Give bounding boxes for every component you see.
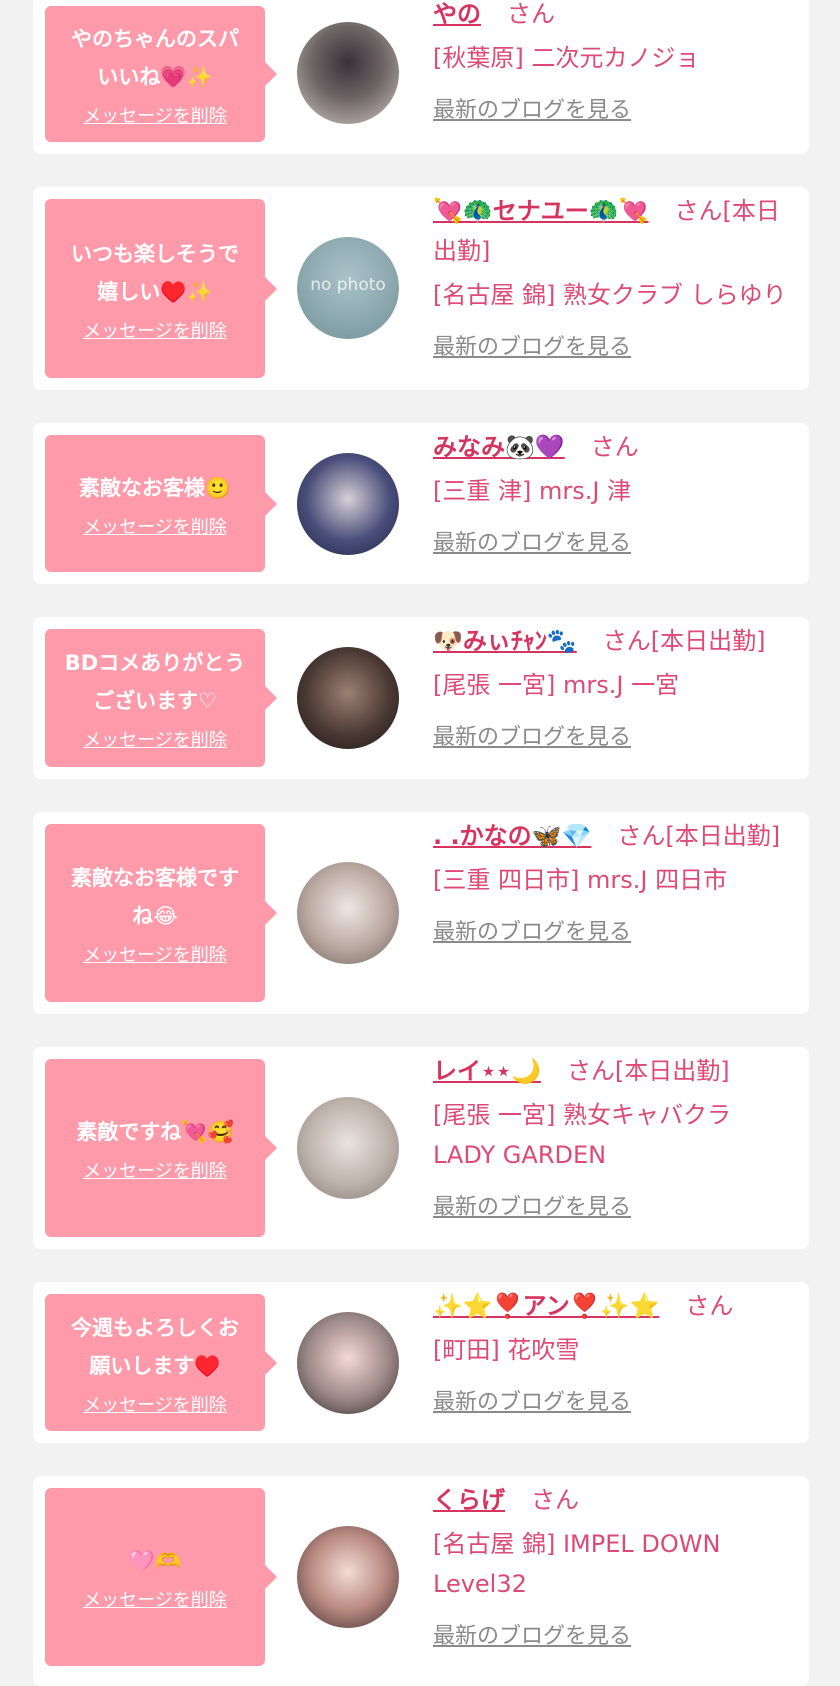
cast-suffix: さん[本日出勤] [566,1057,730,1085]
cast-name-link[interactable]: 💘🦚セナユー🦚💘 [433,197,649,225]
latest-blog-link[interactable]: 最新のブログを見る [433,719,631,751]
message-bubble: 素敵ですね💘🥰 メッセージを削除 [45,1059,277,1237]
shop-name: [尾張 一宮] mrs.J 一宮 [433,671,680,699]
shop-name: [名古屋 錦] IMPEL DOWN Level32 [433,1530,721,1598]
message-bubble: 今週もよろしくお 願いします♥️ メッセージを削除 [45,1294,277,1431]
cast-info: やの さん [秋葉原] 二次元カノジョ 最新のブログを見る [433,0,795,124]
avatar-label: no photo [310,275,386,295]
message-text: 今週もよろしくお 願いします♥️ [71,1315,239,1378]
delete-message-link[interactable]: メッセージを削除 [83,941,227,967]
message-card: 素敵なお客様🙂 メッセージを削除 みなみ🐼💜 さん [三重 津] mrs.J 津 … [33,423,809,584]
message-card: 今週もよろしくお 願いします♥️ メッセージを削除 ✨⭐❣️アン❣️✨⭐ さん [… [33,1282,809,1443]
message-text: 素敵なお客様です ね😂 [71,866,239,928]
avatar[interactable] [297,1526,399,1628]
message-card: 素敵なお客様です ね😂 メッセージを削除 . .かなの🦋💎 さん[本日出勤] [三… [33,812,809,1014]
cast-info: 💘🦚セナユー🦚💘 さん[本日出勤] [名古屋 錦] 熟女クラブ しらゆり 最新のブ… [433,191,795,361]
avatar[interactable] [297,1097,399,1199]
avatar[interactable] [297,862,399,964]
message-text: 🩷🫶 [128,1549,182,1573]
cast-suffix: さん[本日出勤] [617,822,781,850]
delete-message-link[interactable]: メッセージを削除 [83,1586,227,1612]
latest-blog-link[interactable]: 最新のブログを見る [433,1384,631,1416]
cast-name-link[interactable]: やの [433,0,481,28]
message-bubble: 🩷🫶 メッセージを削除 [45,1488,277,1666]
shop-name: [秋葉原] 二次元カノジョ [433,44,700,72]
cast-suffix: さん [531,1486,579,1514]
cast-name-link[interactable]: みなみ🐼💜 [433,433,565,461]
cast-info: くらげ さん [名古屋 錦] IMPEL DOWN Level32 最新のブログを… [433,1480,795,1650]
message-bubble: BDコメありがとう ございます♡ メッセージを削除 [45,629,277,767]
delete-message-link[interactable]: メッセージを削除 [83,726,227,752]
message-text: 素敵なお客様🙂 [78,475,232,500]
latest-blog-link[interactable]: 最新のブログを見る [433,525,631,557]
message-bubble: 素敵なお客様です ね😂 メッセージを削除 [45,824,277,1002]
message-text: いつも楽しそうで 嬉しい♥️✨ [71,241,239,304]
message-bubble: 素敵なお客様🙂 メッセージを削除 [45,435,277,572]
shop-name: [三重 津] mrs.J 津 [433,477,632,505]
latest-blog-link[interactable]: 最新のブログを見る [433,1189,631,1221]
cast-suffix: さん [685,1292,734,1320]
message-card: 🩷🫶 メッセージを削除 くらげ さん [名古屋 錦] IMPEL DOWN Lev… [33,1476,809,1686]
message-text: BDコメありがとう ございます♡ [64,651,246,713]
message-list: やのちゃんのスパ いいね💗✨ メッセージを削除 やの さん [秋葉原] 二次元カノ… [0,0,840,1686]
latest-blog-link[interactable]: 最新のブログを見る [433,92,631,124]
cast-name-link[interactable]: くらげ [433,1486,505,1514]
shop-name: [町田] 花吹雪 [433,1336,580,1364]
cast-suffix: さん[本日出勤] [602,627,766,655]
cast-info: レイ⋆⋆🌙 さん[本日出勤] [尾張 一宮] 熟女キャバクラ LADY GARDE… [433,1051,795,1221]
message-text: 素敵ですね💘🥰 [76,1120,234,1144]
delete-message-link[interactable]: メッセージを削除 [83,1157,227,1183]
shop-name: [尾張 一宮] 熟女キャバクラ LADY GARDEN [433,1101,731,1169]
avatar[interactable] [297,1312,399,1414]
message-card: いつも楽しそうで 嬉しい♥️✨ メッセージを削除 no photo 💘🦚セナユー… [33,187,809,390]
latest-blog-link[interactable]: 最新のブログを見る [433,1618,631,1650]
avatar[interactable] [297,453,399,555]
avatar[interactable]: no photo [297,237,399,339]
message-card: 素敵ですね💘🥰 メッセージを削除 レイ⋆⋆🌙 さん[本日出勤] [尾張 一宮] 熟… [33,1047,809,1249]
delete-message-link[interactable]: メッセージを削除 [83,1391,227,1417]
avatar[interactable] [297,22,399,124]
cast-name-link[interactable]: ✨⭐❣️アン❣️✨⭐ [433,1292,659,1320]
shop-name: [名古屋 錦] 熟女クラブ しらゆり [433,281,787,309]
avatar[interactable] [297,647,399,749]
message-card: BDコメありがとう ございます♡ メッセージを削除 🐶みぃﾁｬﾝ🐾 さん[本日出勤… [33,617,809,779]
message-text: やのちゃんのスパ いいね💗✨ [71,27,239,89]
cast-name-link[interactable]: レイ⋆⋆🌙 [433,1057,541,1085]
shop-name: [三重 四日市] mrs.J 四日市 [433,866,728,894]
cast-suffix: さん [590,433,639,461]
message-bubble: やのちゃんのスパ いいね💗✨ メッセージを削除 [45,6,277,142]
cast-info: 🐶みぃﾁｬﾝ🐾 さん[本日出勤] [尾張 一宮] mrs.J 一宮 最新のブログを… [433,621,795,751]
cast-info: . .かなの🦋💎 さん[本日出勤] [三重 四日市] mrs.J 四日市 最新のブ… [433,816,795,946]
cast-name-link[interactable]: 🐶みぃﾁｬﾝ🐾 [433,627,577,655]
latest-blog-link[interactable]: 最新のブログを見る [433,914,631,946]
cast-info: ✨⭐❣️アン❣️✨⭐ さん [町田] 花吹雪 最新のブログを見る [433,1286,795,1416]
message-card: やのちゃんのスパ いいね💗✨ メッセージを削除 やの さん [秋葉原] 二次元カノ… [33,0,809,154]
cast-info: みなみ🐼💜 さん [三重 津] mrs.J 津 最新のブログを見る [433,427,795,557]
message-bubble: いつも楽しそうで 嬉しい♥️✨ メッセージを削除 [45,199,277,378]
latest-blog-link[interactable]: 最新のブログを見る [433,329,631,361]
delete-message-link[interactable]: メッセージを削除 [83,102,227,128]
cast-name-link[interactable]: . .かなの🦋💎 [433,822,591,850]
cast-suffix: さん [507,0,555,28]
delete-message-link[interactable]: メッセージを削除 [83,513,227,539]
delete-message-link[interactable]: メッセージを削除 [83,317,227,343]
